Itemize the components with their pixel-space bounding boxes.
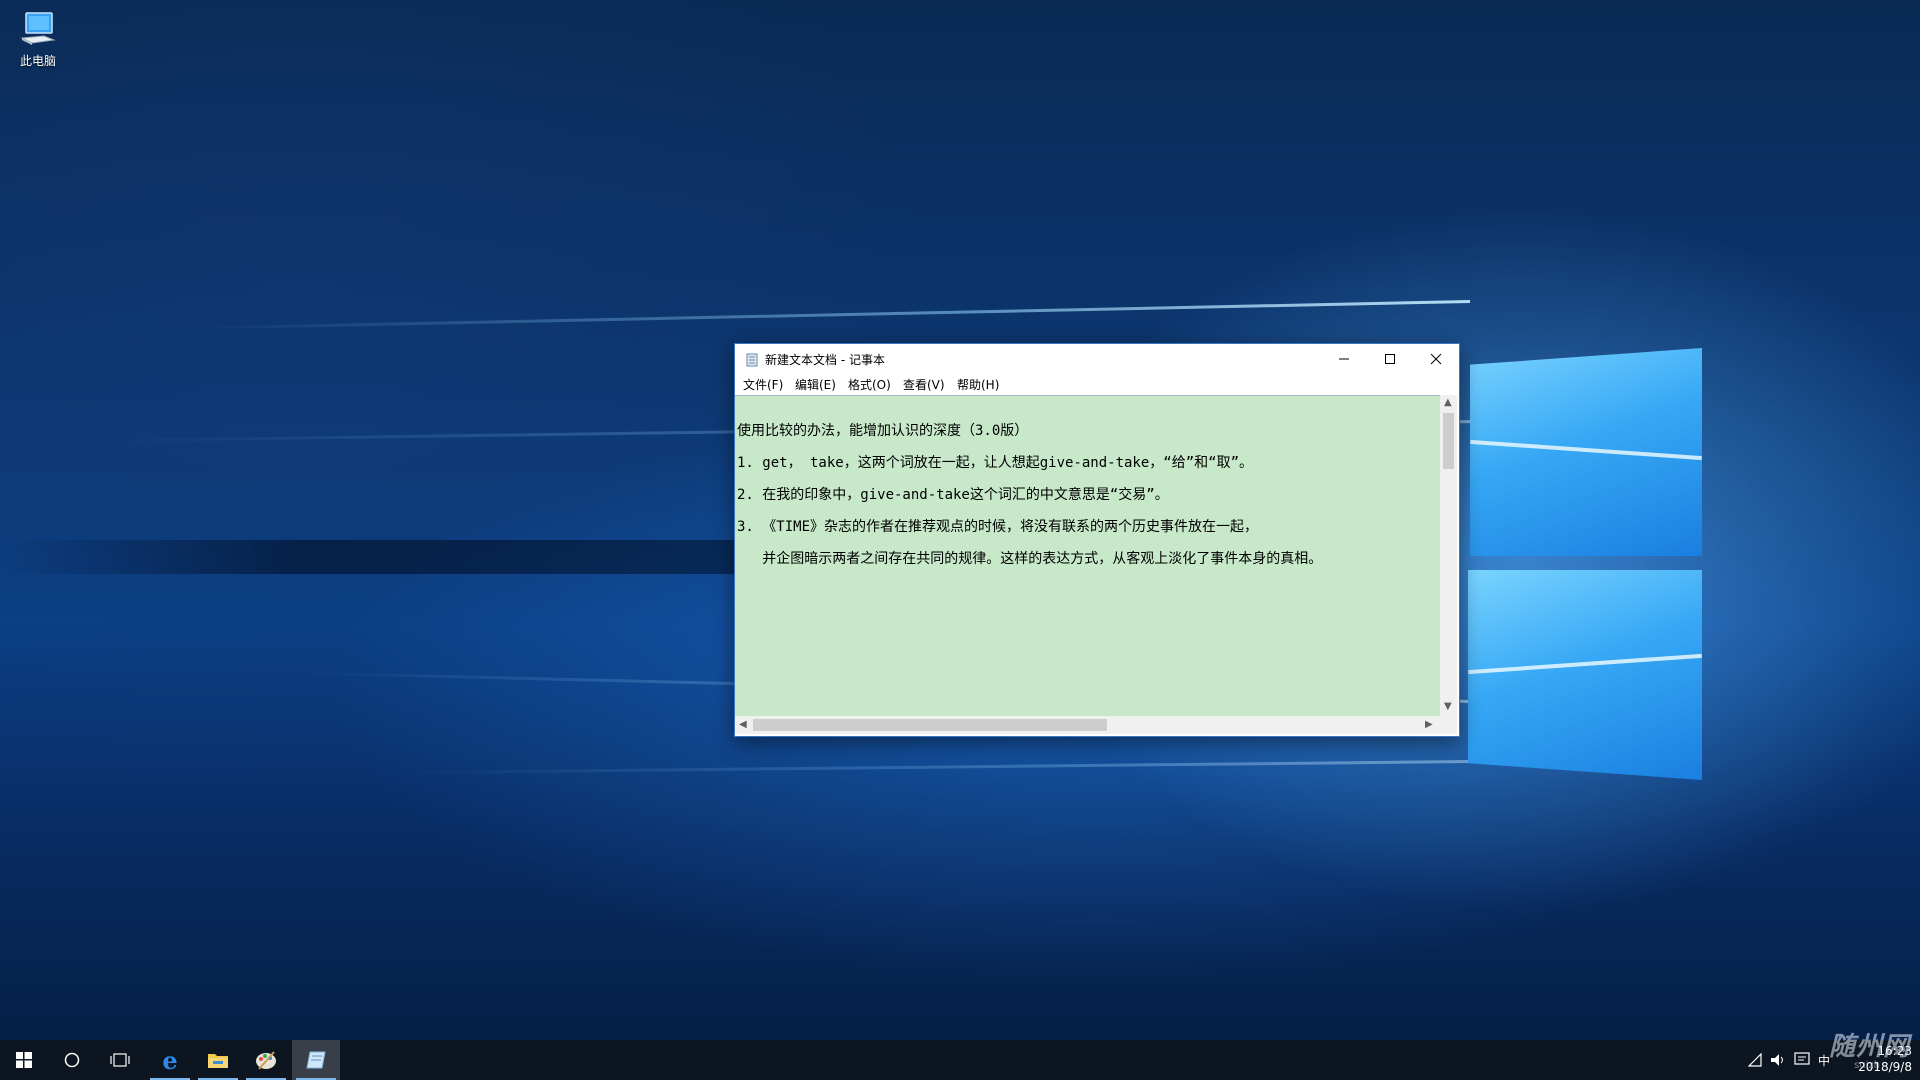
- this-pc-icon: [18, 10, 58, 50]
- search-button[interactable]: [48, 1040, 96, 1080]
- notepad-icon: [745, 352, 759, 367]
- wallpaper-shadow-band: [0, 540, 740, 574]
- close-icon: [1430, 353, 1442, 365]
- menu-edit[interactable]: 编辑(E): [793, 376, 838, 393]
- taskbar-edge[interactable]: e: [146, 1040, 194, 1080]
- menu-bar: 文件(F) 编辑(E) 格式(O) 查看(V) 帮助(H): [735, 374, 1459, 394]
- notepad-window[interactable]: 新建文本文档 - 记事本 文件(F) 编辑(E) 格式(O) 查看(V) 帮助(…: [734, 343, 1460, 737]
- taskbar-notepad[interactable]: [292, 1040, 340, 1080]
- horizontal-scroll-thumb[interactable]: [753, 719, 1107, 731]
- menu-format[interactable]: 格式(O): [846, 376, 893, 393]
- vertical-scrollbar[interactable]: ▲ ▼: [1440, 395, 1457, 716]
- text-editor-area[interactable]: 使用比较的办法，能增加认识的深度（3.0版） 1. get， take，这两个词…: [735, 395, 1440, 717]
- menu-file[interactable]: 文件(F): [741, 376, 785, 393]
- scroll-down-arrow-icon[interactable]: ▼: [1444, 701, 1452, 712]
- menu-view[interactable]: 查看(V): [901, 376, 947, 393]
- action-center-icon[interactable]: [1794, 1051, 1810, 1071]
- taskbar-file-explorer[interactable]: [194, 1040, 242, 1080]
- file-explorer-icon: [208, 1054, 228, 1068]
- text-line: 并企图暗示两者之间存在共同的规律。这样的表达方式，从客观上淡化了事件本身的真相。: [737, 551, 1323, 567]
- window-title: 新建文本文档 - 记事本: [765, 353, 885, 367]
- close-button[interactable]: [1413, 344, 1459, 374]
- text-line: 3. 《TIME》杂志的作者在推荐观点的时候，将没有联系的两个历史事件放在一起，: [737, 519, 1258, 535]
- scroll-up-arrow-icon[interactable]: ▲: [1444, 397, 1452, 408]
- search-icon: [64, 1052, 80, 1068]
- windows-logo-pane: [1470, 348, 1702, 556]
- taskbar-paint[interactable]: [242, 1040, 290, 1080]
- edge-icon: e: [162, 1045, 178, 1075]
- paint-icon: [256, 1051, 276, 1070]
- desktop-icon-this-pc[interactable]: 此电脑: [10, 8, 66, 78]
- text-line: 2. 在我的印象中，give-and-take这个词汇的中文意思是“交易”。: [737, 487, 1169, 503]
- network-icon[interactable]: [1747, 1052, 1762, 1071]
- wallpaper-light-beam: [200, 300, 1471, 330]
- taskbar: e 中 16:23 2018/9/8: [0, 1040, 1920, 1080]
- wallpaper-light-beam: [400, 760, 1471, 775]
- scroll-right-arrow-icon[interactable]: ▶: [1425, 719, 1433, 730]
- resize-grip[interactable]: [1440, 716, 1457, 734]
- task-view-button[interactable]: [96, 1040, 144, 1080]
- scroll-left-arrow-icon[interactable]: ◀: [739, 719, 747, 730]
- horizontal-scrollbar[interactable]: ◀ ▶: [735, 716, 1440, 734]
- vertical-scroll-thumb[interactable]: [1443, 413, 1454, 469]
- menu-help[interactable]: 帮助(H): [955, 376, 1001, 393]
- text-line: 使用比较的办法，能增加认识的深度（3.0版）: [737, 423, 1029, 439]
- minimize-button[interactable]: [1321, 344, 1367, 374]
- maximize-icon: [1385, 354, 1395, 364]
- volume-icon[interactable]: [1770, 1052, 1786, 1071]
- watermark-logo: 随州网: [1828, 1032, 1910, 1062]
- text-line: 1. get， take，这两个词放在一起，让人想起give-and-take，…: [737, 455, 1254, 471]
- windows-logo-pane: [1468, 570, 1702, 780]
- minimize-icon: [1339, 358, 1349, 360]
- task-view-icon: [110, 1053, 130, 1067]
- watermark-subtext: suizh: [1854, 1060, 1880, 1071]
- title-bar[interactable]: 新建文本文档 - 记事本: [735, 344, 1459, 374]
- desktop-icon-label: 此电脑: [19, 54, 56, 68]
- maximize-button[interactable]: [1367, 344, 1413, 374]
- start-button[interactable]: [0, 1040, 48, 1080]
- start-icon: [16, 1052, 32, 1068]
- notepad-icon: [306, 1051, 326, 1069]
